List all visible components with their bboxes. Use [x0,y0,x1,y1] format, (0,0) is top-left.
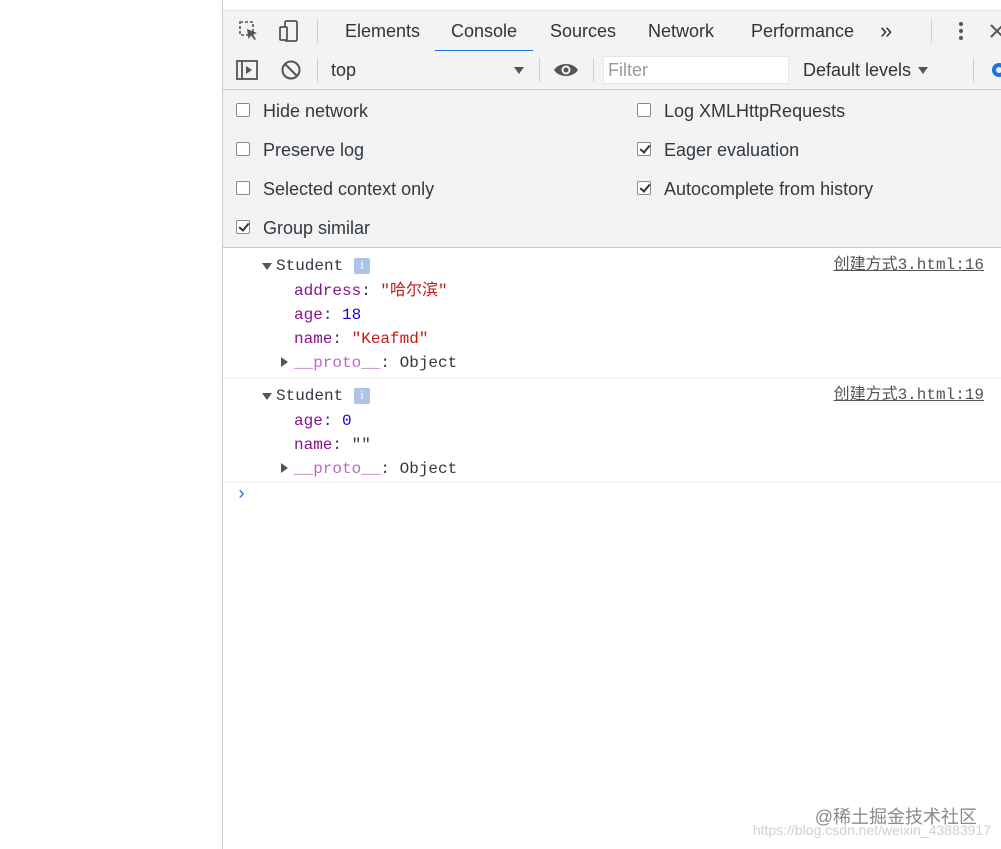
option-label: Autocomplete from history [664,179,874,199]
object-title[interactable]: Student [276,254,343,278]
info-icon[interactable]: i [354,388,370,404]
clear-console-icon[interactable] [279,58,303,82]
eager-evaluation-checkbox[interactable] [637,142,651,156]
property-value: "" [351,436,371,454]
info-icon[interactable]: i [354,258,370,274]
inspect-element-icon[interactable] [237,19,261,43]
proto-value: Object [399,460,458,478]
property-key: name [294,436,333,454]
proto-row[interactable]: __proto__: Object [294,351,457,375]
watermark-url: https://blog.csdn.net/weixin_43883917 [752,822,991,838]
expand-triangle-icon[interactable] [262,263,272,270]
object-title[interactable]: Student [276,384,343,408]
property-value: 0 [342,412,352,430]
console-toolbar: top Default levels [223,51,1001,90]
console-message: Student i 创建方式3.html:19 age: 0 name: "" … [223,379,1001,483]
proto-key: __proto__ [294,460,381,478]
property-row: age: 18 [294,306,362,324]
property-value: "Keafmd" [351,330,429,348]
group-similar-checkbox[interactable] [236,220,250,234]
console-message: Student i 创建方式3.html:16 address: "哈尔滨" a… [223,248,1001,379]
property-key: age [294,306,323,324]
property-row: name: "Keafmd" [294,330,429,348]
property-key: name [294,330,333,348]
sidebar-toggle-icon[interactable] [235,58,259,82]
source-link[interactable]: 创建方式3.html:16 [834,253,984,277]
option-label: Eager evaluation [664,140,800,160]
autocomplete-history-checkbox[interactable] [637,181,651,195]
console-prompt-row[interactable]: › [223,483,1001,523]
expand-triangle-icon[interactable] [262,393,272,400]
expand-triangle-icon[interactable] [281,463,288,473]
more-tabs-icon[interactable]: » [880,11,892,51]
property-value: "哈尔滨" [380,282,448,300]
option-label: Preserve log [263,140,365,160]
dropdown-arrow-icon[interactable] [911,58,935,82]
option-label: Selected context only [263,179,435,199]
settings-gear-icon[interactable] [987,58,1001,82]
toolbar-divider [593,58,594,82]
option-label: Group similar [263,218,371,238]
property-key: age [294,412,323,430]
dropdown-arrow-icon[interactable] [507,58,531,82]
device-toggle-icon[interactable] [277,19,301,43]
hide-network-checkbox[interactable] [236,103,250,117]
close-icon[interactable] [985,19,1001,43]
tab-elements[interactable]: Elements [345,11,420,51]
tab-performance[interactable]: Performance [751,11,854,51]
option-label: Log XMLHttpRequests [664,101,846,121]
toolbar-divider [317,19,318,43]
proto-key: __proto__ [294,354,381,372]
log-levels-dropdown[interactable]: Default levels [803,51,911,89]
option-label: Hide network [263,101,369,121]
toolbar-divider [539,58,540,82]
filter-box [603,56,792,84]
devtools-panel: Elements Console Sources Network Perform… [222,0,1001,849]
proto-value: Object [399,354,458,372]
proto-row[interactable]: __proto__: Object [294,457,457,481]
console-settings-pane: Hide network Preserve log Selected conte… [223,90,1001,248]
property-key: address [294,282,362,300]
preserve-log-checkbox[interactable] [236,142,250,156]
toolbar-divider [973,58,974,82]
tab-sources[interactable]: Sources [550,11,616,51]
toolbar-divider [931,19,932,43]
property-row: name: "" [294,436,371,454]
source-link[interactable]: 创建方式3.html:19 [834,383,984,407]
selected-context-only-checkbox[interactable] [236,181,250,195]
property-row: address: "哈尔滨" [294,282,448,300]
property-row: age: 0 [294,412,352,430]
kebab-menu-icon[interactable] [949,19,973,43]
page-viewport [0,0,222,849]
property-value: 18 [342,306,362,324]
tab-console[interactable]: Console [434,11,534,52]
context-selector[interactable]: top [331,51,356,89]
devtools-tab-bar: Elements Console Sources Network Perform… [223,10,1001,52]
log-xhr-checkbox[interactable] [637,103,651,117]
expand-triangle-icon[interactable] [281,357,288,367]
tab-network[interactable]: Network [648,11,714,51]
console-messages: Student i 创建方式3.html:16 address: "哈尔滨" a… [223,248,1001,523]
toolbar-divider [317,58,318,82]
prompt-chevron-icon: › [236,485,247,505]
filter-input[interactable] [604,57,792,83]
eye-icon[interactable] [553,58,578,82]
